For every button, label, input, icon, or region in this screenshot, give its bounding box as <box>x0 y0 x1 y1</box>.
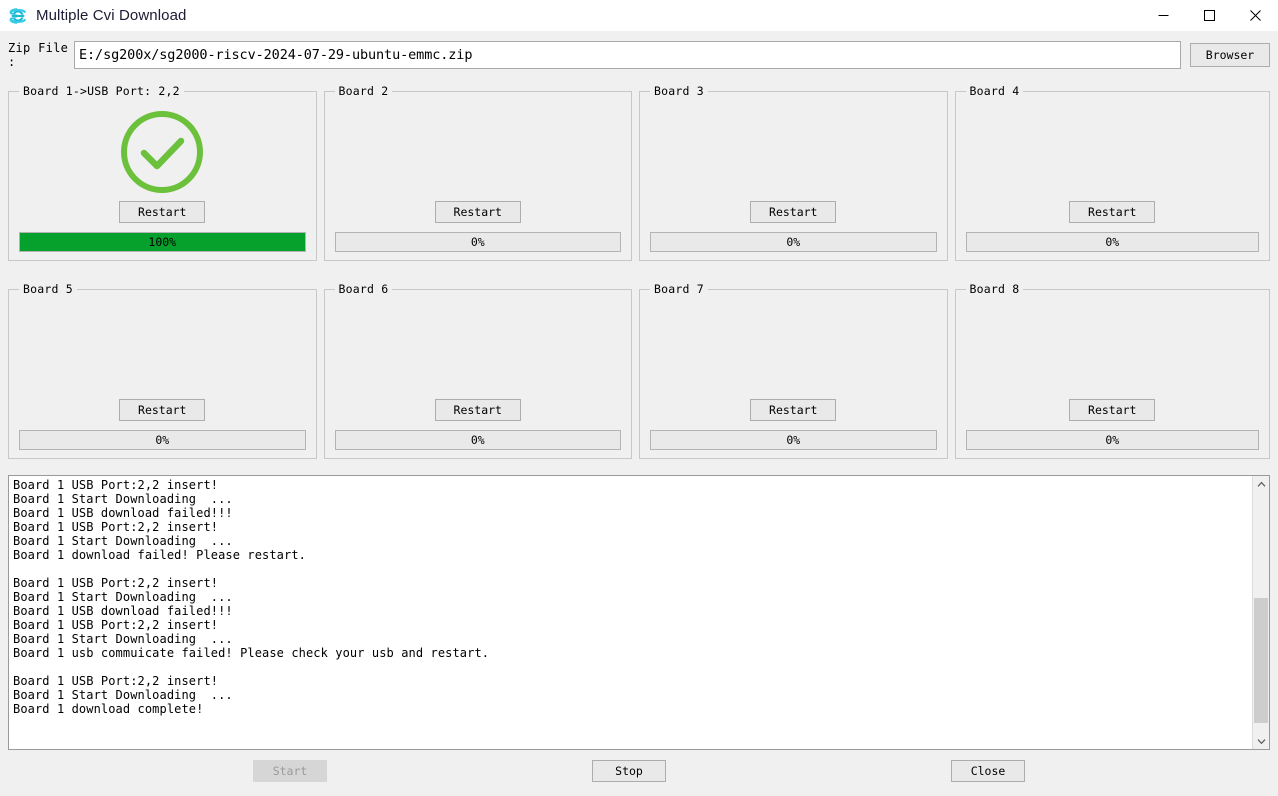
board-panel-1: Board 1->USB Port: 2,2 Restart 100% <box>8 73 317 271</box>
zip-file-label: Zip File : <box>8 41 69 69</box>
board-title-6: Board 6 <box>338 282 389 296</box>
progress-bar-5: 0% <box>19 430 306 450</box>
progress-bar-8: 0% <box>965 430 1259 450</box>
log-scrollbar[interactable] <box>1252 476 1269 749</box>
progress-bar-3: 0% <box>650 232 937 252</box>
progress-label-1: 100% <box>148 235 177 249</box>
board-title-3: Board 3 <box>654 84 704 98</box>
board-status-2 <box>325 98 632 210</box>
board-title-1: Board 1->USB Port: 2,2 <box>23 84 180 98</box>
minimize-button[interactable] <box>1140 0 1186 31</box>
board-title-4: Board 4 <box>969 84 1020 98</box>
board-panel-3: Board 3 Restart 0% <box>639 73 948 271</box>
start-button[interactable]: Start <box>253 760 327 782</box>
board-title-7: Board 7 <box>654 282 704 296</box>
log-panel: Board 1 USB Port:2,2 insert! Board 1 Sta… <box>8 475 1270 750</box>
board-status-5 <box>9 296 316 408</box>
board-panel-7: Board 7 Restart 0% <box>639 271 948 469</box>
scroll-down-icon[interactable] <box>1253 733 1269 749</box>
progress-label-5: 0% <box>155 433 170 447</box>
board-panel-8: Board 8 Restart 0% <box>954 271 1270 469</box>
check-circle-icon <box>118 108 206 201</box>
progress-label-3: 0% <box>786 235 801 249</box>
board-grid: Board 1->USB Port: 2,2 Restart 100% Boar… <box>0 73 1278 469</box>
progress-bar-2: 0% <box>334 232 621 252</box>
progress-bar-7: 0% <box>650 430 937 450</box>
board-status-3 <box>640 98 947 210</box>
board-panel-6: Board 6 Restart 0% <box>323 271 632 469</box>
cvitek-logo-icon <box>7 5 29 27</box>
close-dialog-button[interactable]: Close <box>951 760 1025 782</box>
board-panel-2: Board 2 Restart 0% <box>323 73 632 271</box>
zip-file-input[interactable] <box>74 41 1181 69</box>
multiple-cvi-download-window: Multiple Cvi Download Zip File : Browser… <box>0 0 1278 796</box>
progress-label-8: 0% <box>1105 433 1120 447</box>
progress-label-6: 0% <box>470 433 485 447</box>
board-status-6 <box>325 296 632 408</box>
board-panel-5: Board 5 Restart 0% <box>8 271 317 469</box>
board-status-4 <box>956 98 1270 210</box>
board-status-1 <box>9 98 316 210</box>
progress-bar-4: 0% <box>965 232 1259 252</box>
progress-bar-1: 100% <box>19 232 306 252</box>
progress-label-2: 0% <box>470 235 485 249</box>
board-panel-4: Board 4 Restart 0% <box>954 73 1270 271</box>
window-title: Multiple Cvi Download <box>36 7 187 24</box>
log-output[interactable]: Board 1 USB Port:2,2 insert! Board 1 Sta… <box>9 476 1252 749</box>
board-status-8 <box>956 296 1270 408</box>
footer-bar: Start Stop Close <box>0 750 1278 796</box>
scrollbar-thumb[interactable] <box>1254 598 1268 724</box>
stop-button[interactable]: Stop <box>592 760 666 782</box>
browser-button[interactable]: Browser <box>1190 43 1270 67</box>
board-title-8: Board 8 <box>969 282 1020 296</box>
board-status-7 <box>640 296 947 408</box>
scrollbar-track[interactable] <box>1253 492 1269 733</box>
window-controls <box>1140 0 1278 31</box>
progress-bar-6: 0% <box>334 430 621 450</box>
zip-file-row: Zip File : Browser <box>0 40 1278 70</box>
close-button[interactable] <box>1232 0 1278 31</box>
title-bar: Multiple Cvi Download <box>0 0 1278 31</box>
scroll-up-icon[interactable] <box>1253 476 1269 492</box>
board-title-2: Board 2 <box>338 84 389 98</box>
progress-label-7: 0% <box>786 433 801 447</box>
maximize-button[interactable] <box>1186 0 1232 31</box>
board-title-5: Board 5 <box>23 282 73 296</box>
progress-label-4: 0% <box>1105 235 1120 249</box>
